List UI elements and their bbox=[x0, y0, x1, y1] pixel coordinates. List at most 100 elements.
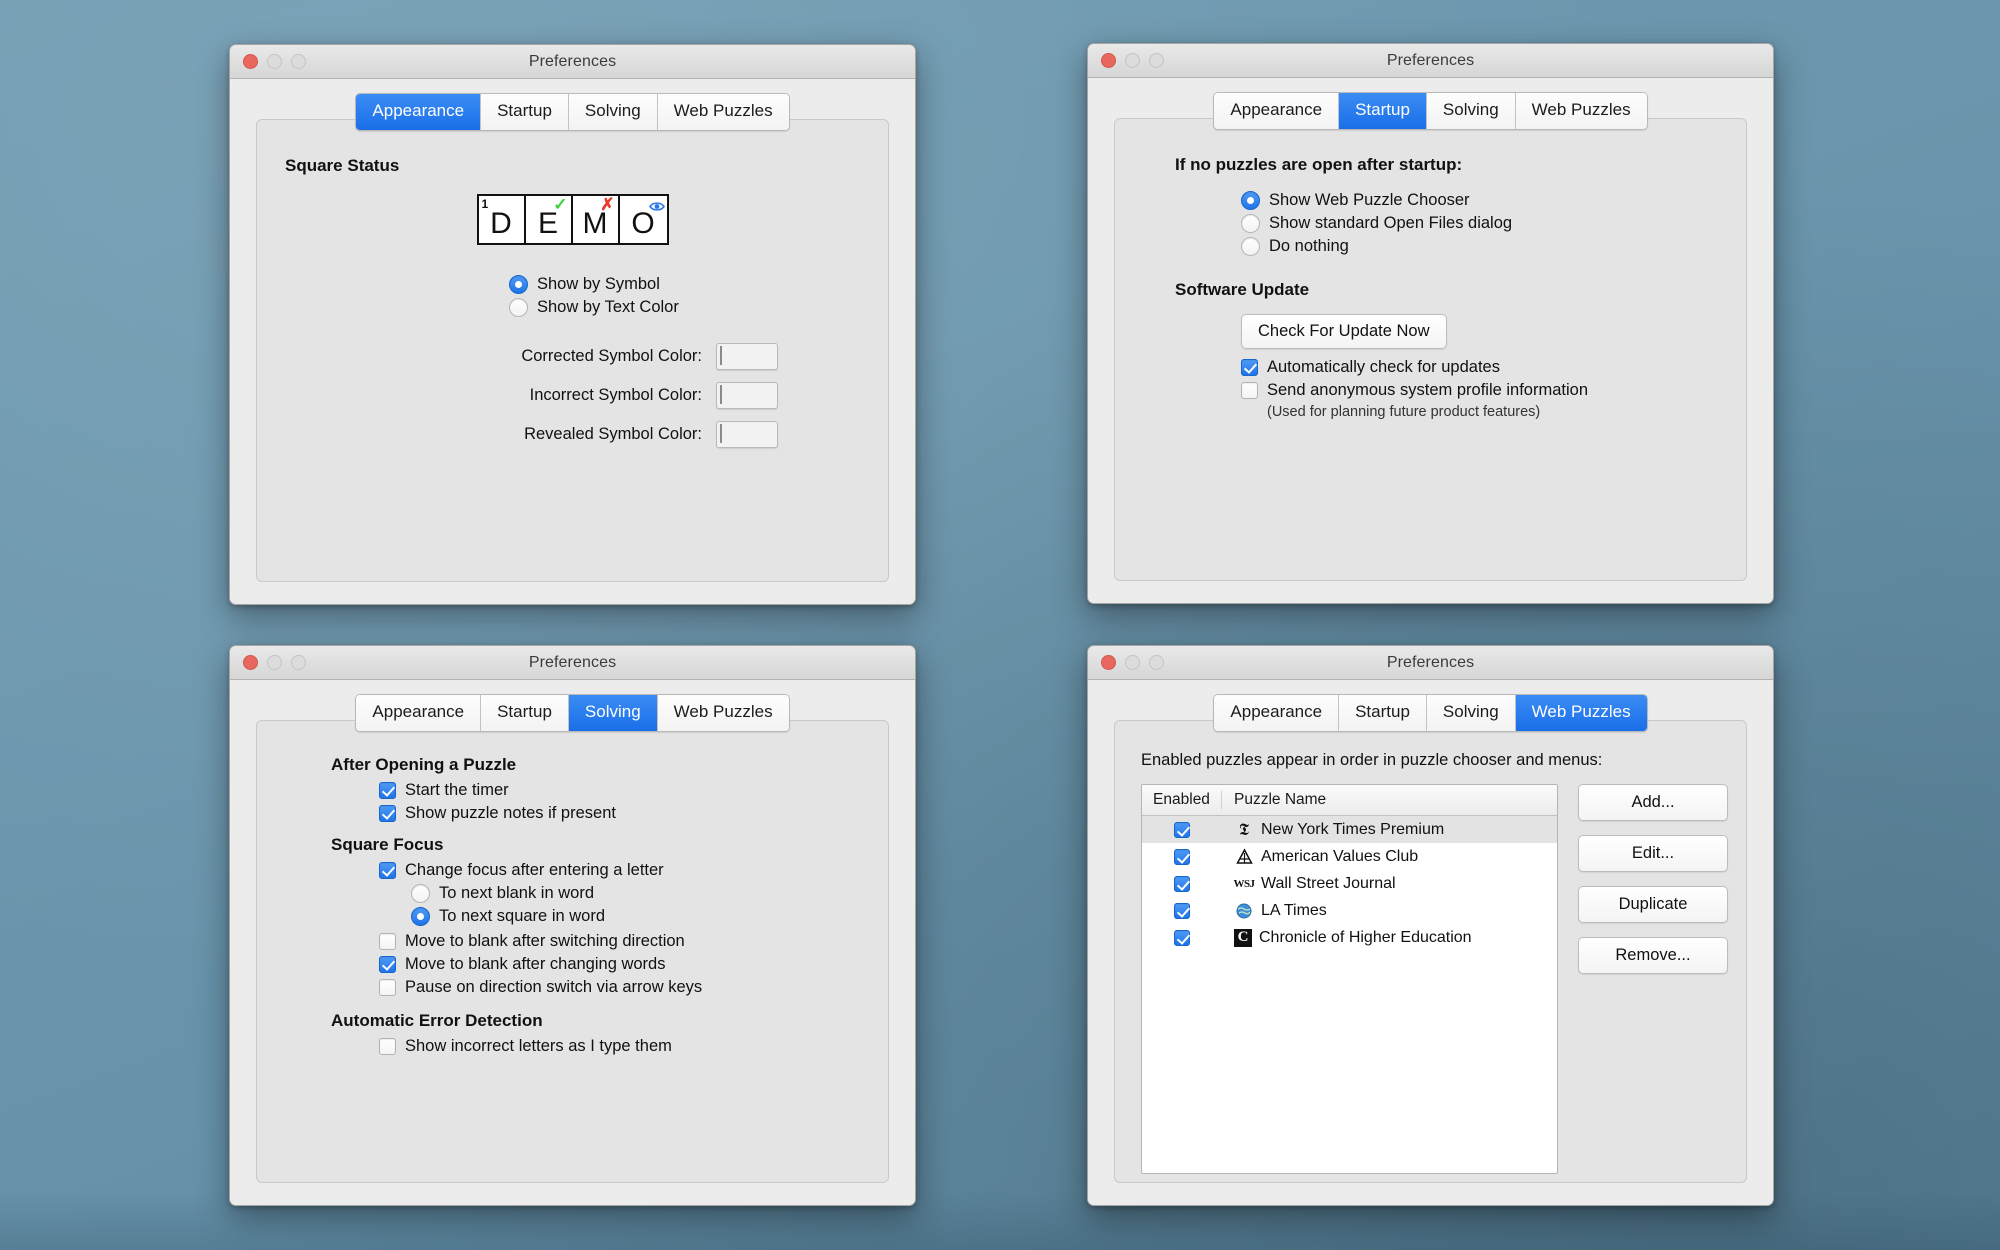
tab-startup[interactable]: Startup bbox=[481, 94, 569, 131]
remove-button[interactable]: Remove... bbox=[1578, 937, 1728, 974]
checkbox-indicator[interactable] bbox=[379, 933, 396, 950]
checkbox-move-blank-changing-words[interactable]: Move to blank after changing words bbox=[379, 955, 860, 974]
column-header-puzzle-name: Puzzle Name bbox=[1234, 791, 1327, 808]
checkbox-indicator[interactable] bbox=[379, 862, 396, 879]
tab-bar[interactable]: Appearance Startup Solving Web Puzzles bbox=[230, 680, 915, 733]
radio-to-next-blank-in-word[interactable]: To next blank in word bbox=[379, 884, 860, 903]
demo-cell: ✗ M bbox=[573, 196, 620, 243]
titlebar[interactable]: Preferences bbox=[1088, 44, 1773, 78]
checkbox-indicator[interactable] bbox=[1241, 359, 1258, 376]
row-enabled-checkbox[interactable] bbox=[1174, 875, 1190, 892]
checkbox-indicator[interactable] bbox=[379, 805, 396, 822]
globe-icon bbox=[1234, 901, 1254, 921]
tab-appearance[interactable]: Appearance bbox=[1214, 93, 1340, 130]
tab-bar[interactable]: Appearance Startup Solving Web Puzzles bbox=[230, 79, 915, 132]
checkbox-indicator[interactable] bbox=[379, 956, 396, 973]
radio-indicator[interactable] bbox=[509, 298, 528, 317]
section-title-software-update: Software Update bbox=[1175, 280, 1310, 299]
checkbox-indicator[interactable] bbox=[379, 1038, 396, 1055]
puzzle-list[interactable]: Enabled Puzzle Name 𝕿 New York Times Pre… bbox=[1141, 784, 1558, 1174]
table-row[interactable]: C Chronicle of Higher Education bbox=[1142, 924, 1557, 951]
row-enabled-checkbox[interactable] bbox=[1174, 929, 1190, 946]
checkbox-pause-on-direction-switch[interactable]: Pause on direction switch via arrow keys bbox=[379, 978, 860, 997]
cell-letter: M bbox=[582, 207, 608, 240]
checkbox-label: Pause on direction switch via arrow keys bbox=[405, 978, 703, 996]
checkbox-show-incorrect-letters[interactable]: Show incorrect letters as I type them bbox=[379, 1037, 860, 1056]
preferences-window-web-puzzles[interactable]: Preferences Enabled puzzles appear in or… bbox=[1087, 645, 1774, 1206]
tab-startup[interactable]: Startup bbox=[481, 695, 569, 732]
checkbox-change-focus-after-letter[interactable]: Change focus after entering a letter bbox=[379, 861, 860, 880]
check-for-update-now-button[interactable]: Check For Update Now bbox=[1241, 314, 1447, 349]
checkbox-auto-check-updates[interactable]: Automatically check for updates bbox=[1241, 358, 1718, 377]
radio-label: To next square in word bbox=[439, 907, 606, 925]
radio-indicator[interactable] bbox=[1241, 237, 1260, 256]
row-enabled-checkbox[interactable] bbox=[1174, 821, 1190, 838]
radio-label: Show Web Puzzle Chooser bbox=[1269, 191, 1470, 209]
tab-web-puzzles[interactable]: Web Puzzles bbox=[1515, 93, 1647, 130]
tab-solving[interactable]: Solving bbox=[568, 695, 658, 732]
revealed-eye-icon bbox=[648, 198, 665, 211]
tab-appearance[interactable]: Appearance bbox=[356, 695, 482, 732]
puzzle-actions: Add... Edit... Duplicate Remove... bbox=[1578, 784, 1728, 1174]
radio-indicator[interactable] bbox=[1241, 191, 1260, 210]
table-row[interactable]: American Values Club bbox=[1142, 843, 1557, 870]
tab-solving[interactable]: Solving bbox=[568, 94, 658, 131]
content-pane: Enabled puzzles appear in order in puzzl… bbox=[1114, 720, 1747, 1183]
row-enabled-checkbox[interactable] bbox=[1174, 902, 1190, 919]
radio-do-nothing[interactable]: Do nothing bbox=[1241, 237, 1718, 256]
corrected-symbol-color-swatch[interactable] bbox=[716, 343, 778, 370]
radio-indicator[interactable] bbox=[509, 275, 528, 294]
radio-show-by-text-color[interactable]: Show by Text Color bbox=[509, 298, 860, 317]
preferences-window-appearance[interactable]: Preferences Square Status 1 D ✓ E ✗ M O … bbox=[229, 44, 916, 605]
tab-solving[interactable]: Solving bbox=[1426, 695, 1516, 732]
preferences-window-solving[interactable]: Preferences After Opening a Puzzle Start… bbox=[229, 645, 916, 1206]
checkbox-show-puzzle-notes[interactable]: Show puzzle notes if present bbox=[379, 804, 860, 823]
tab-startup[interactable]: Startup bbox=[1339, 93, 1427, 130]
tab-appearance[interactable]: Appearance bbox=[356, 94, 482, 131]
radio-indicator[interactable] bbox=[411, 884, 430, 903]
checkbox-indicator[interactable] bbox=[379, 979, 396, 996]
table-row[interactable]: WSJ Wall Street Journal bbox=[1142, 870, 1557, 897]
puzzle-name: LA Times bbox=[1261, 901, 1327, 919]
tab-web-puzzles[interactable]: Web Puzzles bbox=[1515, 695, 1647, 732]
tab-appearance[interactable]: Appearance bbox=[1214, 695, 1340, 732]
tab-bar[interactable]: Appearance Startup Solving Web Puzzles bbox=[1088, 680, 1773, 733]
checkbox-move-blank-switch-direction[interactable]: Move to blank after switching direction bbox=[379, 932, 860, 951]
radio-show-web-puzzle-chooser[interactable]: Show Web Puzzle Chooser bbox=[1241, 191, 1718, 210]
tab-web-puzzles[interactable]: Web Puzzles bbox=[657, 94, 789, 131]
radio-show-by-symbol[interactable]: Show by Symbol bbox=[509, 275, 860, 294]
radio-indicator[interactable] bbox=[411, 907, 430, 926]
incorrect-symbol-color-swatch[interactable] bbox=[716, 382, 778, 409]
tab-startup[interactable]: Startup bbox=[1339, 695, 1427, 732]
content-pane: If no puzzles are open after startup: Sh… bbox=[1114, 118, 1747, 581]
avc-triangle-icon bbox=[1234, 847, 1254, 867]
checkbox-indicator[interactable] bbox=[1241, 382, 1258, 399]
checkbox-indicator[interactable] bbox=[379, 782, 396, 799]
checkbox-label: Move to blank after changing words bbox=[405, 955, 666, 973]
checkbox-send-anonymous-profile[interactable]: Send anonymous system profile informatio… bbox=[1241, 381, 1718, 400]
checkbox-label: Move to blank after switching direction bbox=[405, 932, 685, 950]
checkbox-start-the-timer[interactable]: Start the timer bbox=[379, 781, 860, 800]
edit-button[interactable]: Edit... bbox=[1578, 835, 1728, 872]
duplicate-button[interactable]: Duplicate bbox=[1578, 886, 1728, 923]
revealed-symbol-color-swatch[interactable] bbox=[716, 421, 778, 448]
add-button[interactable]: Add... bbox=[1578, 784, 1728, 821]
color-row-revealed: Revealed Symbol Color: bbox=[285, 421, 778, 448]
radio-to-next-square-in-word[interactable]: To next square in word bbox=[379, 907, 860, 926]
tab-bar[interactable]: Appearance Startup Solving Web Puzzles bbox=[1088, 78, 1773, 131]
titlebar[interactable]: Preferences bbox=[230, 45, 915, 79]
table-row[interactable]: LA Times bbox=[1142, 897, 1557, 924]
radio-indicator[interactable] bbox=[1241, 214, 1260, 233]
swatch-fill bbox=[720, 385, 722, 404]
tab-solving[interactable]: Solving bbox=[1426, 93, 1516, 130]
radio-label: Show by Symbol bbox=[537, 275, 660, 293]
titlebar[interactable]: Preferences bbox=[1088, 646, 1773, 680]
radio-show-open-files-dialog[interactable]: Show standard Open Files dialog bbox=[1241, 214, 1718, 233]
table-row[interactable]: 𝕿 New York Times Premium bbox=[1142, 816, 1557, 843]
web-puzzles-description: Enabled puzzles appear in order in puzzl… bbox=[1141, 751, 1603, 769]
tab-web-puzzles[interactable]: Web Puzzles bbox=[657, 695, 789, 732]
update-hint-text: (Used for planning future product featur… bbox=[1267, 404, 1541, 420]
titlebar[interactable]: Preferences bbox=[230, 646, 915, 680]
preferences-window-startup[interactable]: Preferences If no puzzles are open after… bbox=[1087, 43, 1774, 604]
row-enabled-checkbox[interactable] bbox=[1174, 848, 1190, 865]
